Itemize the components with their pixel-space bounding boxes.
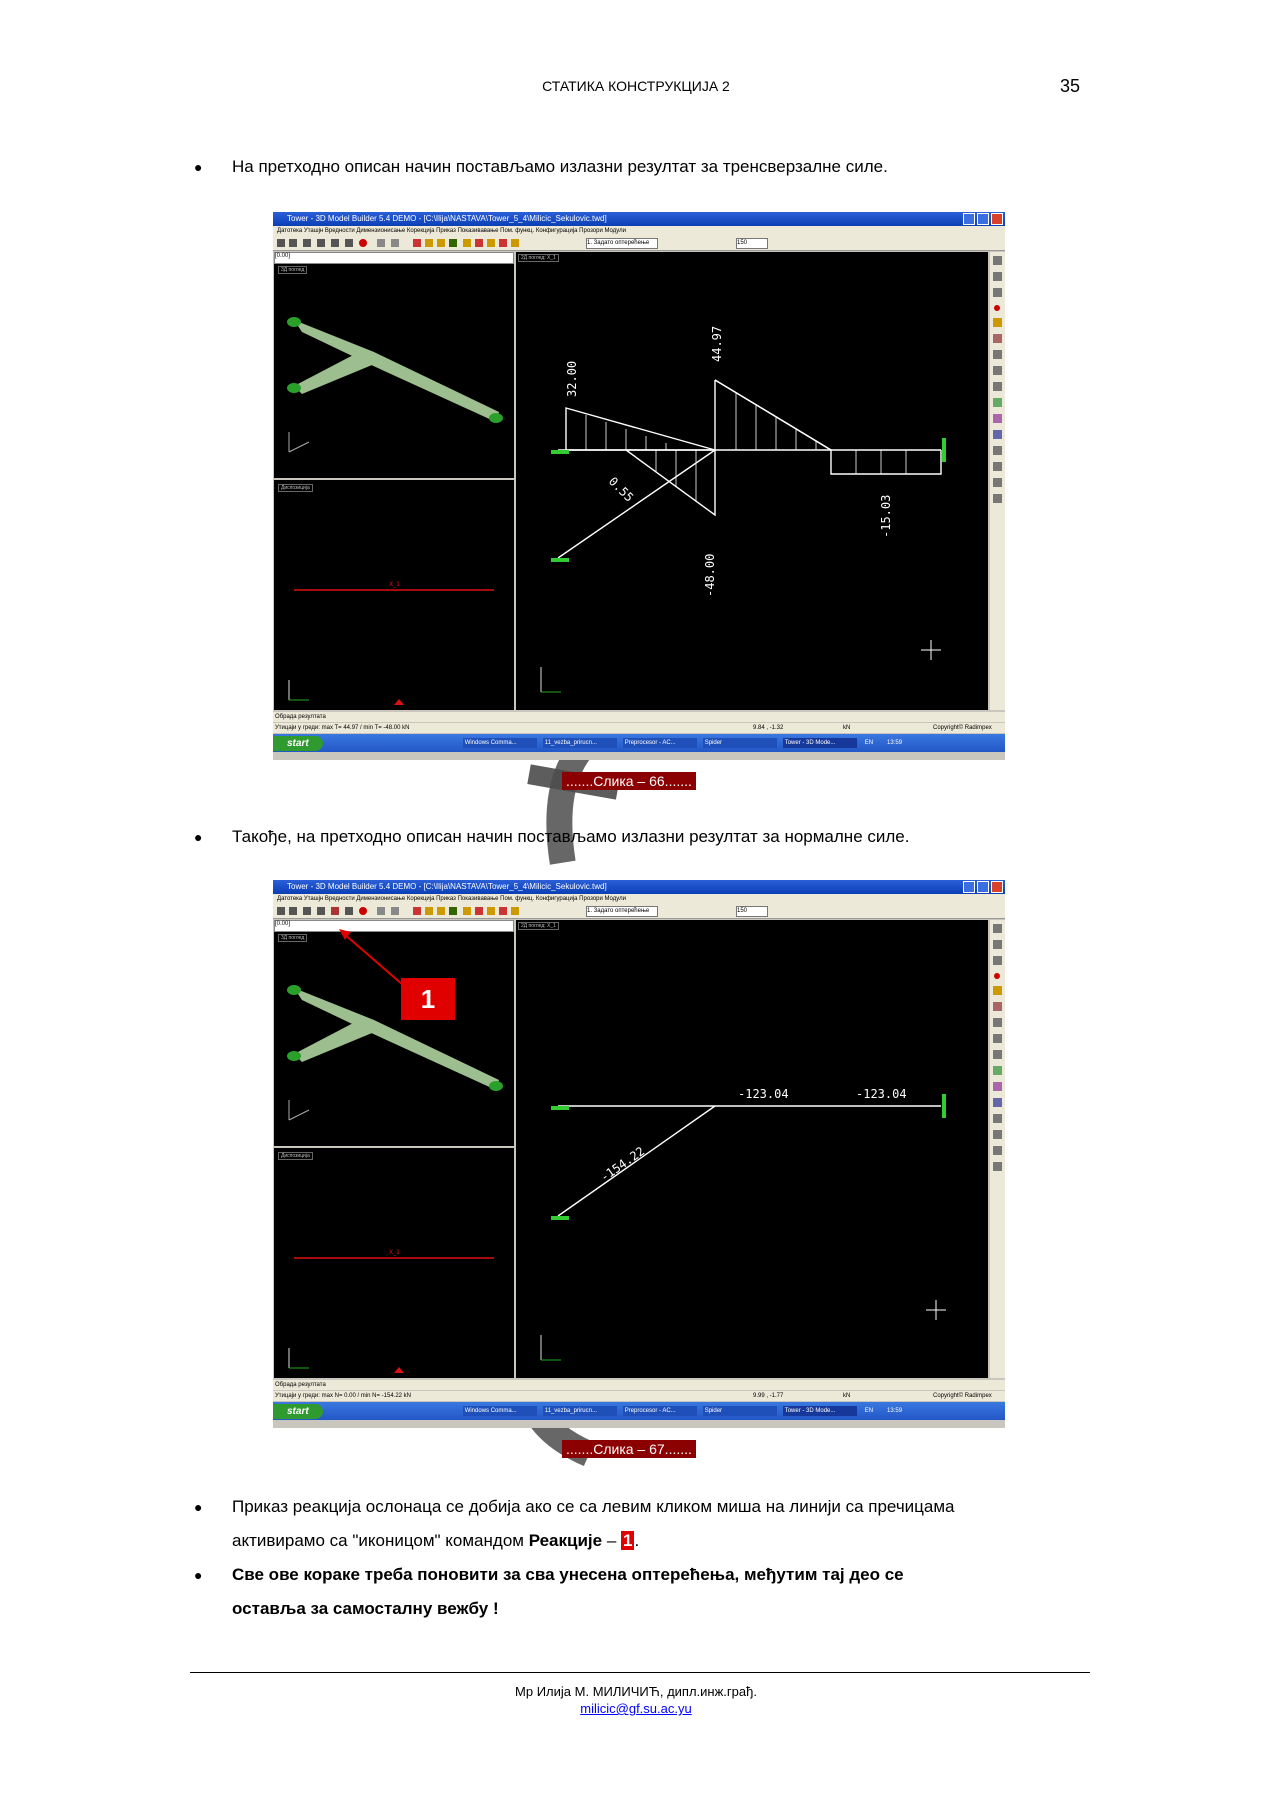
menu-bar[interactable]: Датотека Уташјн Вредности Димензионисање… [273,226,1005,236]
taskbar-item-2[interactable]: 11_vezba_prirucn... [542,1406,617,1416]
reactions-command: Реакције [528,1531,603,1550]
tray-clock: 13:59 [887,1408,903,1414]
bullet-reactions: ● Приказ реакција ослонаца се добија ако… [194,1490,1072,1558]
footer-rule [190,1672,1090,1673]
status-mode: Обрада резултата [273,712,1005,722]
value-label-3: 0.55 [606,474,636,504]
taskbar-item-3[interactable]: Preprocesor - AC... [622,1406,697,1416]
toolbar[interactable]: 1. Задато оптерећење 150 [273,236,1005,251]
figure-67-screenshot: Tower - 3D Model Builder 5.4 DEMO - [C:\… [273,880,1005,1428]
status-result: Утицаји у греди: max N= 0.00 / min N= -1… [275,1393,411,1399]
annotation-arrow [339,929,404,986]
taskbar-item-4[interactable]: Spider [702,1406,777,1416]
taskbar-item-1[interactable]: Windows Comma... [462,1406,537,1416]
status-mode: Обрада резултата [273,1380,1005,1390]
axis-label-x1: X_1 [389,581,400,588]
status-result: Утицаји у греди: max T= 44.97 / min T= -… [275,725,410,731]
value-label-2: 44.97 [710,326,724,362]
window-title: Tower - 3D Model Builder 5.4 DEMO - [C:\… [287,214,607,223]
tray-lang: EN [864,1408,874,1414]
taskbar-item-1[interactable]: Windows Comma... [462,738,537,748]
maximize-icon[interactable] [977,213,989,225]
taskbar-item-2[interactable]: 11_vezba_prirucn... [542,738,617,748]
bullet-text: Такође, на претходно описан начин постав… [232,827,910,846]
window-controls[interactable] [963,213,1003,225]
shear-force-diagram: 32.00 44.97 0.55 -48.00 -15.03 [540,326,946,693]
windows-taskbar: start Windows Comma... 11_vezba_prirucn.… [273,734,1005,752]
value-label-1: 32.00 [565,361,579,397]
value-label-5: -15.03 [879,495,893,538]
status-copyright: Copyright© Radimpex [933,1393,992,1399]
status-bar: Утицаји у греди: max T= 44.97 / min T= -… [273,723,1005,733]
bullet-dot: ● [194,159,203,175]
tray-lang: EN [864,740,874,746]
layout-pane[interactable]: Диспозиција X_1 [274,480,514,710]
tray-clock: 13:59 [887,740,903,746]
text-run: . [634,1531,640,1550]
page-number: 35 [1060,76,1081,96]
load-case-select[interactable]: 1. Задато оптерећење [586,238,658,249]
value-label-4: -48.00 [703,554,717,597]
bullet-text-line1: Све ове кораке треба поновити за сва уне… [232,1565,904,1584]
annotation-marker-1: 1 [401,978,455,1020]
window-title-bar: Tower - 3D Model Builder 5.4 DEMO - [C:\… [273,212,1005,226]
view-3d-pane[interactable]: [0.00] 3Д поглед [274,252,514,478]
taskbar-item-3[interactable]: Preprocesor - AC... [622,738,697,748]
bullet-repeat-steps: ● Све ове кораке треба поновити за сва у… [194,1558,1072,1626]
bullet-text-line1: Приказ реакција ослонаца се добија ако с… [232,1497,955,1516]
text-run: активирамо са "иконицом" командом [232,1531,529,1550]
taskbar-item-5[interactable]: Tower - 3D Mode... [782,1406,857,1416]
bullet-text-line2: оставља за самосталну вежбу ! [232,1599,499,1618]
status-bar: Утицаји у греди: max N= 0.00 / min N= -1… [273,1391,1005,1401]
taskbar-item-4[interactable]: Spider [702,738,777,748]
bullet-dot: ● [194,1499,203,1515]
beam-3d-model [287,317,503,453]
zoom-select[interactable]: 150 [736,238,768,249]
page-header-title: СТАТИКА КОНСТРУКЦИЈА 2 [542,78,730,94]
bullet-text-line2: активирамо са "иконицом" командом Реакци… [232,1524,1072,1558]
layout-drawing: X_1 [288,581,494,705]
bullet-text: На претходно описан начин постављамо изл… [232,157,888,176]
inline-marker-1: 1 [621,1531,635,1550]
status-unit: kN [843,725,851,731]
figure-66-caption: .......Слика – 66....... [562,772,696,790]
taskbar-item-5[interactable]: Tower - 3D Mode... [782,738,857,748]
start-button[interactable]: start [273,1403,323,1419]
sidebar-icons[interactable] [990,252,1005,710]
view-2d-pane[interactable]: 2Д поглед: X_1 32.00 44.97 0.55 -48.00 -… [516,252,988,710]
minimize-icon[interactable] [963,213,975,225]
bullet-transverse: ● На претходно описан начин постављамо и… [194,150,888,184]
bullet-normal: ● Такође, на претходно описан начин пост… [194,820,910,854]
text-run: – [602,1531,622,1550]
footer-email-row: milicic@gf.su.ac.yu [0,1701,1272,1716]
status-coords: 9.99 , -1.77 [753,1393,784,1399]
close-icon[interactable] [991,213,1003,225]
start-button[interactable]: start [273,735,323,751]
status-coords: 9.84 , -1.32 [753,725,784,731]
bullet-dot: ● [194,1567,203,1583]
figure-66-screenshot: Tower - 3D Model Builder 5.4 DEMO - [C:\… [273,212,1005,760]
footer-author: Мр Илија М. МИЛИЧИЋ, дипл.инж.грађ. [515,1684,757,1699]
figure-67-caption: .......Слика – 67....... [562,1440,696,1458]
footer-email-link[interactable]: milicic@gf.su.ac.yu [580,1701,691,1716]
right-tool-sidebar[interactable] [990,252,1005,710]
bullet-dot: ● [194,829,203,845]
status-unit: kN [843,1393,851,1399]
windows-taskbar: start Windows Comma... 11_vezba_prirucn.… [273,1402,1005,1420]
status-copyright: Copyright© Radimpex [933,725,992,731]
